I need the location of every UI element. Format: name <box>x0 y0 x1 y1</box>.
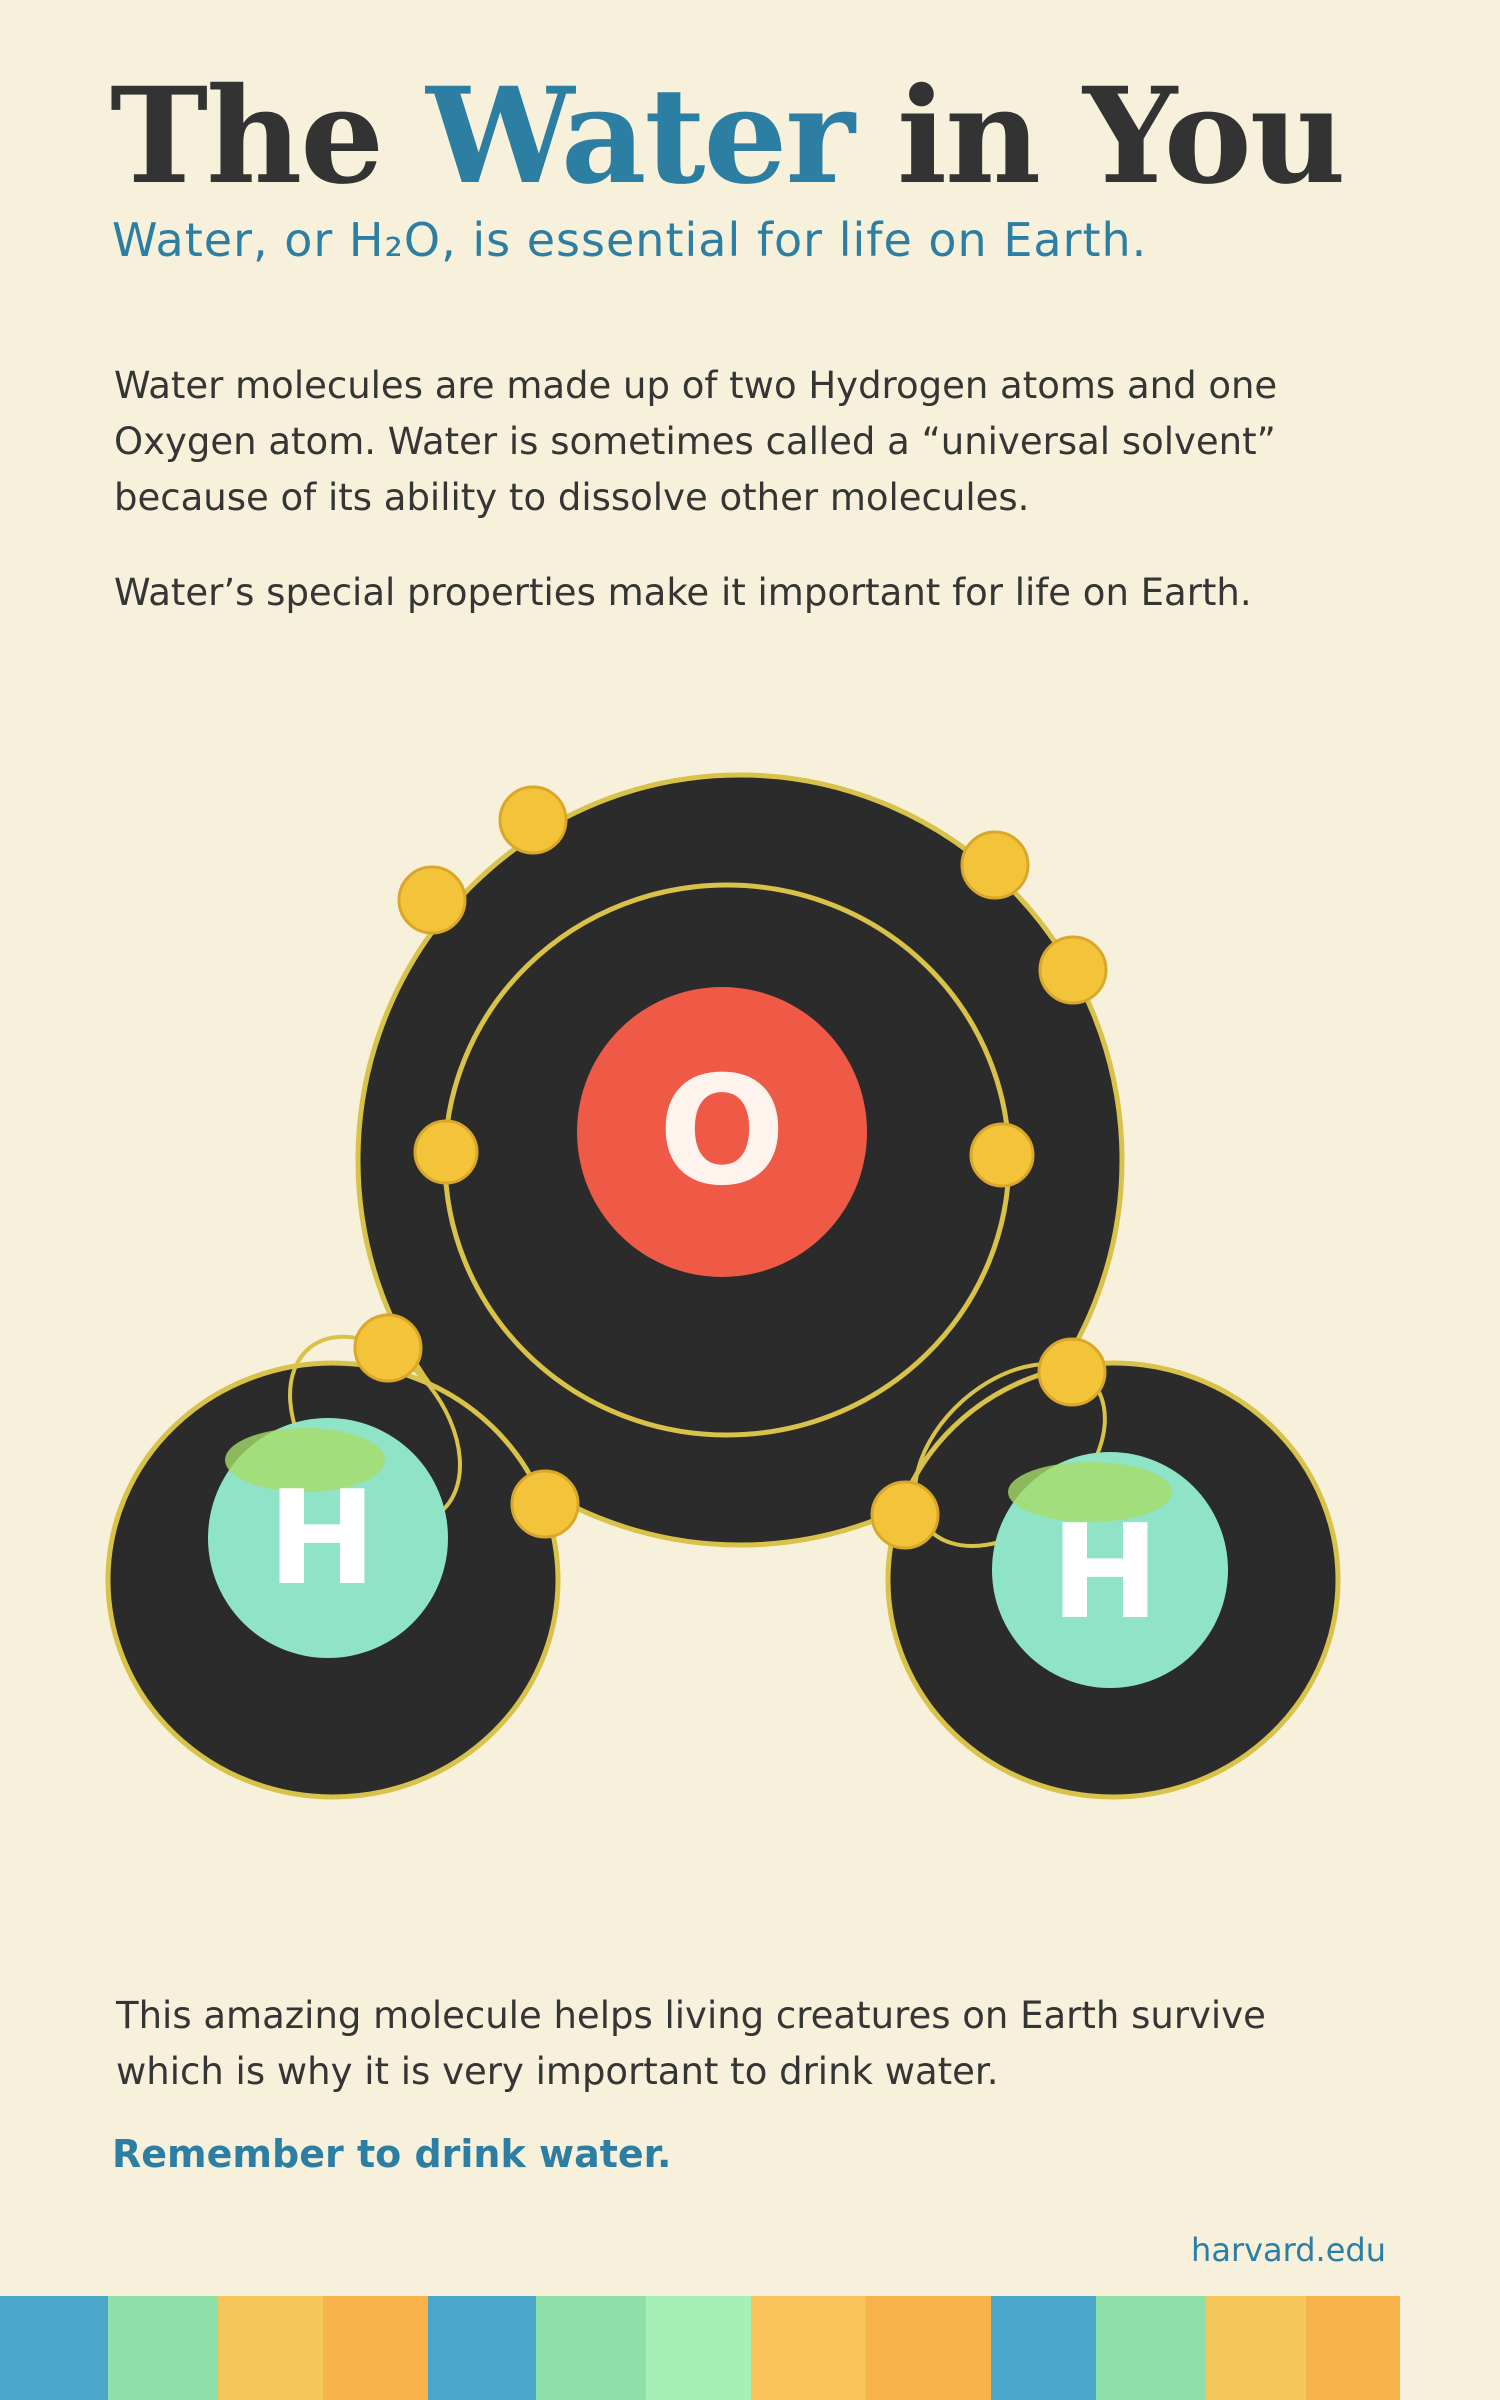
stripe-segment <box>218 2296 323 2400</box>
infographic-page: The Water in You Water, or H₂O, is essen… <box>0 0 1500 2400</box>
stripe-segment <box>1206 2296 1306 2400</box>
stripe-segment <box>428 2296 536 2400</box>
electron <box>397 865 467 935</box>
water-molecule-illustration: O H H <box>105 772 1341 1800</box>
stripe-segment <box>751 2296 866 2400</box>
electron <box>510 1469 580 1539</box>
hydrogen-label-left: H <box>268 1462 377 1614</box>
hydrogen-label-right: H <box>1051 1496 1160 1648</box>
stripe-segment <box>646 2296 751 2400</box>
electron <box>353 1313 423 1383</box>
electron <box>960 830 1030 900</box>
electron <box>498 785 568 855</box>
oxygen-label: O <box>658 1045 786 1219</box>
electron <box>1038 935 1108 1005</box>
stripe-segment <box>0 2296 108 2400</box>
closing-paragraph: This amazing molecule helps living creat… <box>116 1994 1266 2093</box>
electron <box>870 1480 940 1550</box>
title-part-3: in You <box>896 59 1346 214</box>
stripe-segment <box>536 2296 646 2400</box>
electron <box>413 1119 479 1185</box>
color-stripe-footer <box>0 2296 1500 2400</box>
page-title: The Water in You <box>110 52 1410 222</box>
title-part-1: The <box>110 59 384 214</box>
properties-paragraph: Water’s special properties make it impor… <box>114 571 1252 614</box>
stripe-segment <box>323 2296 428 2400</box>
electron <box>1037 1337 1107 1407</box>
intro-paragraph: Water molecules are made up of two Hydro… <box>114 364 1278 519</box>
source-credit: harvard.edu <box>1191 2231 1386 2269</box>
stripe-segment <box>108 2296 218 2400</box>
stripe-segment <box>1096 2296 1206 2400</box>
stripe-segment <box>991 2296 1096 2400</box>
call-to-action: Remember to drink water. <box>112 2132 672 2176</box>
page-subtitle: Water, or H₂O, is essential for life on … <box>112 213 1148 267</box>
stripe-segment <box>866 2296 991 2400</box>
title-part-2: Water <box>426 59 855 214</box>
electron <box>969 1122 1035 1188</box>
stripe-segment <box>1306 2296 1400 2400</box>
